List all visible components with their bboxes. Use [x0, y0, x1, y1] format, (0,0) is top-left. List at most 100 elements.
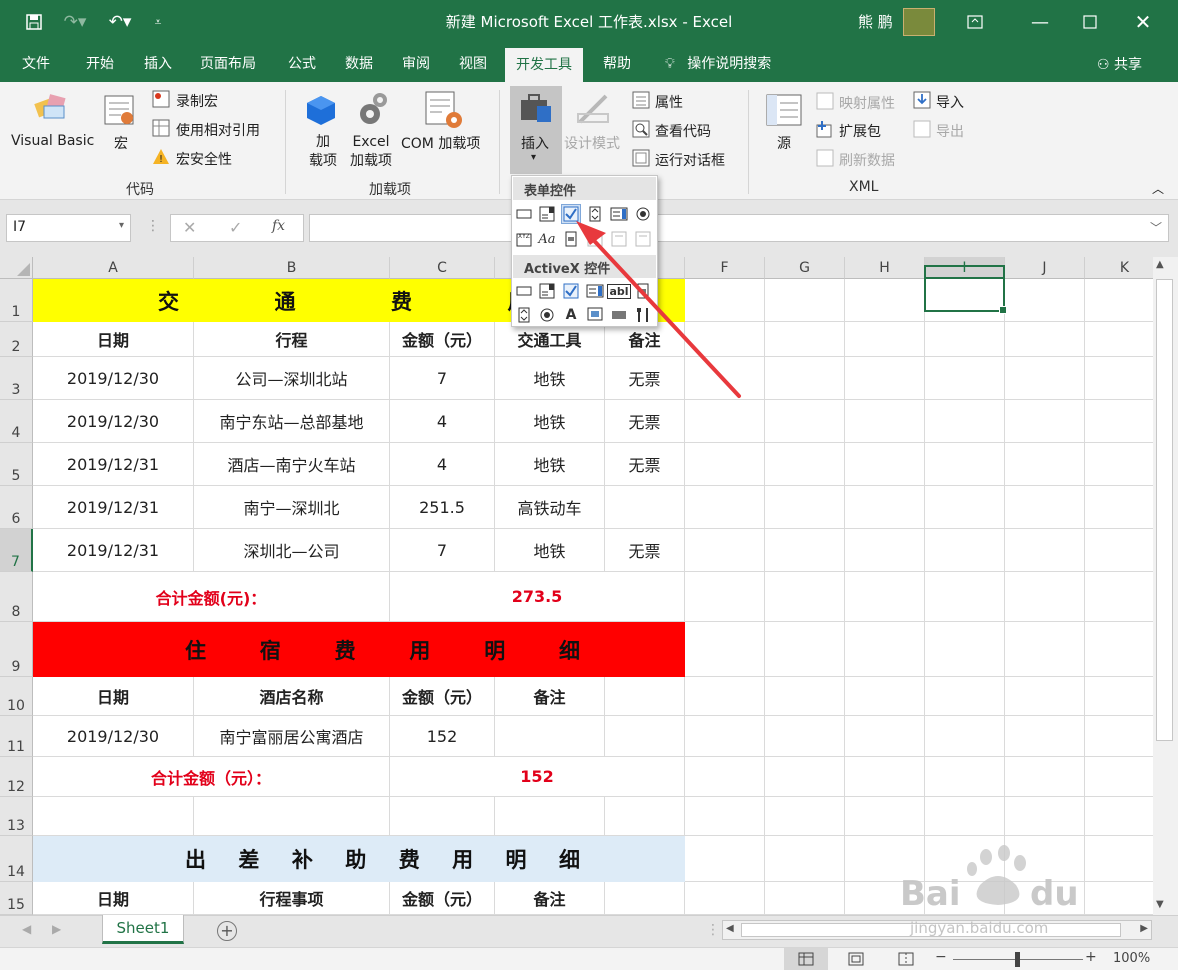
scrollbar-thumb[interactable]	[1156, 279, 1173, 741]
cell[interactable]	[605, 797, 685, 836]
cell[interactable]	[1005, 677, 1085, 716]
cell[interactable]	[1085, 622, 1153, 677]
header-cell[interactable]: 交通工具	[495, 322, 605, 357]
cell[interactable]	[845, 486, 925, 529]
cell[interactable]	[685, 797, 765, 836]
zoom-out-icon[interactable]: −	[935, 949, 947, 965]
header-cell[interactable]: 备注	[495, 677, 605, 716]
cell[interactable]	[925, 486, 1005, 529]
next-sheet-icon[interactable]: ▶	[52, 922, 61, 936]
header-cell[interactable]: 行程事项	[194, 882, 390, 915]
cell[interactable]	[1005, 622, 1085, 677]
cell[interactable]	[925, 357, 1005, 400]
row-header-7[interactable]: 7	[0, 529, 33, 572]
form-label-icon[interactable]: Aa	[538, 230, 556, 248]
cell[interactable]	[845, 677, 925, 716]
banner-lodging[interactable]: 住宿费用明细	[33, 622, 685, 677]
insert-controls-button[interactable]: 插入 ▾	[510, 86, 562, 174]
column-header-g[interactable]: G	[765, 257, 845, 279]
share-button[interactable]: ⚇ 共享	[1097, 54, 1142, 74]
table-cell[interactable]: 酒店—南宁火车站	[194, 443, 390, 486]
cell[interactable]	[765, 279, 845, 322]
page-layout-view-icon[interactable]	[848, 952, 864, 970]
row-header-1[interactable]: 1	[0, 279, 33, 322]
cell[interactable]	[605, 677, 685, 716]
cell[interactable]	[925, 882, 1005, 915]
cell[interactable]	[1085, 757, 1153, 797]
cell[interactable]	[765, 836, 845, 882]
cell[interactable]	[845, 836, 925, 882]
table-cell[interactable]: 251.5	[390, 486, 495, 529]
cell[interactable]	[765, 400, 845, 443]
select-all-corner[interactable]	[0, 257, 33, 279]
cell[interactable]	[845, 357, 925, 400]
form-group-icon[interactable]: XYZ	[515, 230, 533, 248]
cell[interactable]	[685, 572, 765, 622]
cell[interactable]	[685, 882, 765, 915]
header-cell[interactable]: 酒店名称	[194, 677, 390, 716]
form-list-icon[interactable]	[610, 205, 628, 223]
column-header-h[interactable]: H	[845, 257, 925, 279]
activex-radio-icon[interactable]	[538, 306, 556, 324]
hscroll-thumb[interactable]	[741, 923, 1121, 937]
activex-scroll-icon[interactable]	[634, 282, 652, 300]
activex-tools-icon[interactable]	[634, 306, 652, 324]
cell[interactable]	[845, 400, 925, 443]
cell[interactable]	[685, 529, 765, 572]
cell[interactable]	[685, 622, 765, 677]
cell[interactable]	[685, 486, 765, 529]
cell[interactable]	[33, 797, 194, 836]
cell[interactable]	[685, 279, 765, 322]
avatar[interactable]	[903, 8, 935, 36]
cell[interactable]	[1005, 716, 1085, 757]
run-dialog-button[interactable]: 运行对话框	[655, 150, 725, 170]
cell[interactable]	[685, 716, 765, 757]
cell[interactable]	[925, 529, 1005, 572]
cell[interactable]	[845, 443, 925, 486]
cell[interactable]	[1085, 836, 1153, 882]
cell[interactable]	[1085, 529, 1153, 572]
activex-combo-icon[interactable]	[538, 282, 556, 300]
cell[interactable]	[1005, 572, 1085, 622]
table-cell[interactable]: 无票	[605, 443, 685, 486]
table-cell[interactable]: 南宁—深圳北	[194, 486, 390, 529]
row-header-8[interactable]: 8	[0, 572, 33, 622]
cell[interactable]	[1005, 400, 1085, 443]
table-cell[interactable]: 南宁东站—总部基地	[194, 400, 390, 443]
addins-button[interactable]: 加 载项	[309, 133, 337, 171]
table-cell[interactable]: 无票	[605, 529, 685, 572]
view-code-button[interactable]: 查看代码	[655, 121, 711, 141]
tell-me-search[interactable]: 💡︎ 操作说明搜索	[665, 53, 771, 73]
cell[interactable]	[925, 572, 1005, 622]
visual-basic-button[interactable]: Visual Basic	[11, 133, 94, 149]
scroll-left-icon[interactable]: ◀	[726, 923, 734, 934]
table-cell[interactable]: 4	[390, 443, 495, 486]
cell[interactable]	[765, 443, 845, 486]
table-cell[interactable]: 2019/12/31	[33, 443, 194, 486]
excel-addins-button[interactable]: Excel 加载项	[350, 133, 392, 171]
vertical-scrollbar[interactable]: ▲ ▼	[1153, 257, 1178, 915]
row-header-2[interactable]: 2	[0, 322, 33, 357]
row-header-4[interactable]: 4	[0, 400, 33, 443]
minimize-icon[interactable]: —	[1016, 0, 1064, 44]
enter-icon[interactable]: ✓	[229, 218, 242, 237]
sheet-tab-sheet1[interactable]: Sheet1	[102, 915, 184, 944]
cell[interactable]	[765, 357, 845, 400]
cell[interactable]	[1085, 357, 1153, 400]
zoom-level[interactable]: 100%	[1113, 951, 1150, 966]
cell[interactable]	[925, 622, 1005, 677]
row-header-10[interactable]: 10	[0, 677, 33, 716]
activex-textbox-icon[interactable]: abl	[607, 282, 631, 300]
cell[interactable]	[765, 677, 845, 716]
cell[interactable]	[685, 443, 765, 486]
cell[interactable]	[1085, 322, 1153, 357]
cell[interactable]	[390, 797, 495, 836]
record-macro-button[interactable]: 录制宏	[176, 91, 218, 111]
activex-spin-icon[interactable]	[515, 306, 533, 324]
activex-check-icon[interactable]	[562, 282, 580, 300]
total-value[interactable]: 273.5	[390, 572, 685, 622]
cell[interactable]	[1085, 716, 1153, 757]
ribbon-display-options-icon[interactable]	[951, 0, 999, 44]
table-cell[interactable]: 地铁	[495, 357, 605, 400]
cell[interactable]	[1085, 279, 1153, 322]
